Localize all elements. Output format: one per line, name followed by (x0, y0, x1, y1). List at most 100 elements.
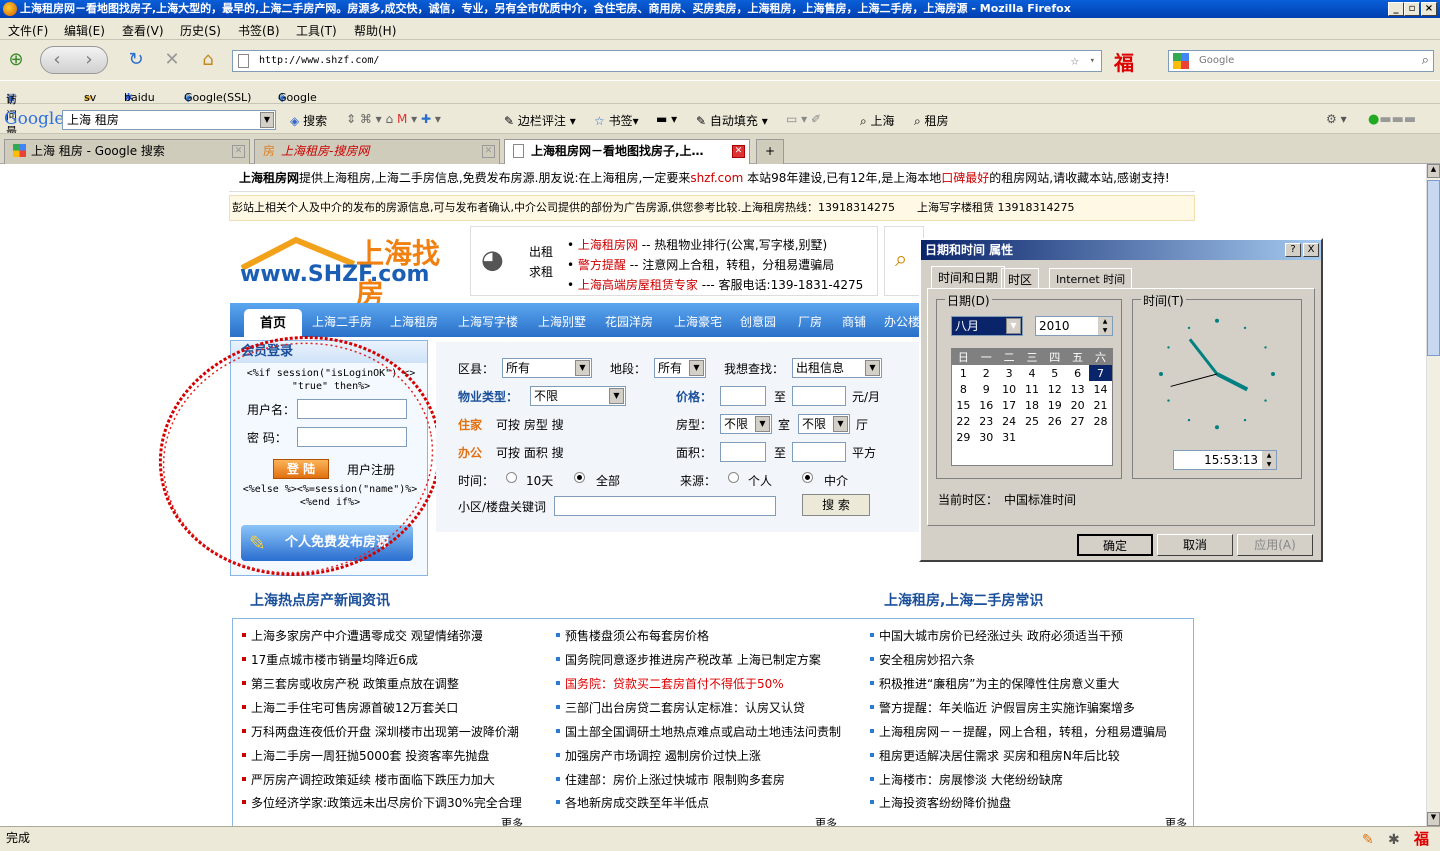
news-item[interactable]: 安全租房妙招六条 (869, 651, 975, 668)
new-tab-button[interactable]: + (756, 139, 784, 164)
reload-icon[interactable]: ↻ (124, 48, 148, 72)
gbar-tools-icons[interactable]: ⇕ ⌘ ▾ ⌂ M ▾ ✚ ▾ (346, 112, 441, 126)
google-engine-icon[interactable] (1173, 53, 1189, 69)
time-all-radio[interactable] (574, 472, 585, 483)
nav-factory[interactable]: 厂房 (798, 313, 822, 330)
news-item[interactable]: 第三套房或收房产税 政策重点放在调整 (242, 675, 459, 692)
scroll-down-icon[interactable]: ▼ (1427, 812, 1440, 826)
gbar-sidewiki[interactable]: ✎ 边栏评注 ▾ (504, 112, 576, 129)
gbar-query-rent[interactable]: ⌕ 租房 (914, 112, 949, 129)
nav-creative[interactable]: 创意园 (740, 313, 776, 330)
news-item[interactable]: 中国大城市房价已经涨过头 政府必须适当干预 (870, 627, 1123, 644)
calendar-day[interactable]: 2 (975, 365, 998, 381)
apply-button[interactable]: 应用(A) (1237, 534, 1313, 556)
news-item[interactable]: 各地新房成交跌至年半低点 (555, 794, 709, 811)
vertical-scrollbar[interactable]: ▲ ▼ (1426, 164, 1440, 826)
dropdown-icon[interactable]: ▾ (1090, 51, 1095, 71)
tab-google-search[interactable]: 上海 租房 - Google 搜索 ✕ (4, 139, 250, 164)
new-tab-icon[interactable]: ⊕ (4, 48, 28, 72)
news-item[interactable]: 万科两盘连夜低价开盘 深圳楼市出现第一波降价潮 (242, 723, 519, 740)
menu-edit[interactable]: 编辑(E) (64, 22, 105, 39)
dialog-help-button[interactable]: ? (1285, 243, 1301, 257)
calendar-day[interactable]: 1 (952, 365, 975, 381)
wrench-icon[interactable]: ⚙ ▾ (1326, 112, 1347, 126)
month-select[interactable]: 八月 ▼ (951, 316, 1023, 336)
news-item[interactable]: 上海楼市：房展惨淡 大佬纷纷缺席 (870, 771, 1063, 788)
back-button[interactable]: ‹ (45, 48, 69, 72)
news-item[interactable]: 加强房产市场调控 遏制房价过快上涨 (556, 747, 761, 764)
more-link-2[interactable]: 更多 (815, 815, 837, 826)
nav-villa[interactable]: 上海别墅 (538, 313, 586, 330)
news-item[interactable]: 预售楼盘须公布每套房价格 (555, 627, 709, 644)
menu-help[interactable]: 帮助(H) (354, 22, 396, 39)
news-item[interactable]: 上海租房网－－提醒，网上合租，转租，分租易遭骗局 (869, 723, 1167, 740)
keyword-input[interactable] (554, 496, 776, 516)
news-item[interactable]: 国土部全国调研土地热点难点或启动土地违法问责制 (555, 723, 841, 740)
nav-luxury[interactable]: 上海豪宅 (674, 313, 722, 330)
area-min-input[interactable] (720, 442, 766, 462)
gbar-share-icons[interactable]: ▭ ▾ ✐ (786, 112, 821, 126)
room-select[interactable]: 不限 ▼ (720, 414, 772, 434)
calendar-day-selected[interactable]: 7 (1089, 365, 1112, 381)
google-toolbar-query[interactable]: 上海 租房 ▼ (62, 110, 276, 130)
calendar-day[interactable]: 3 (998, 365, 1021, 381)
want-select[interactable]: 出租信息 ▼ (792, 358, 882, 378)
site-link[interactable]: shzf.com (690, 171, 743, 185)
area-max-input[interactable] (792, 442, 846, 462)
time-spinner[interactable]: 15:53:13 ▲ ▼ (1173, 450, 1277, 470)
calendar-day[interactable]: 6 (1066, 365, 1089, 381)
cancel-button[interactable]: 取消 (1157, 534, 1233, 556)
year-spinner[interactable]: 2010 ▲ ▼ (1035, 316, 1113, 336)
news-item[interactable]: 警方提醒：年关临近 沪假冒房主实施诈骗案增多 (870, 699, 1135, 716)
home-icon[interactable]: ⌂ (196, 48, 220, 72)
dialog-close-button[interactable]: X (1303, 243, 1319, 257)
time-10days-radio[interactable] (506, 472, 517, 483)
news-item[interactable]: 上海多家房产中介遭遇零成交 观望情绪弥漫 (242, 627, 483, 644)
fu-addon-icon[interactable]: 福 (1114, 47, 1134, 76)
tab-internet-time[interactable]: Internet 时间 (1049, 268, 1133, 288)
menu-file[interactable]: 文件(F) (8, 22, 48, 39)
search-icon[interactable]: ⌕ (1422, 51, 1429, 71)
close-tab-icon[interactable]: ✕ (482, 145, 495, 158)
tab-date-time[interactable]: 时间和日期 (931, 266, 1006, 288)
news-item[interactable]: 多位经济学家:政策远未出尽房价下调30%完全合理 (242, 794, 522, 811)
news-item[interactable]: 三部门出台房贷二套房认定标准：认房又认贷 (555, 699, 805, 716)
gbar-query-shanghai[interactable]: ⌕ 上海 (860, 112, 895, 129)
section-select[interactable]: 所有 ▼ (654, 358, 706, 378)
stop-icon[interactable]: ✕ (160, 48, 184, 72)
scroll-up-icon[interactable]: ▲ (1427, 164, 1440, 178)
nav-garden[interactable]: 花园洋房 (605, 313, 653, 330)
tab-soufun[interactable]: 房 上海租房-搜房网 ✕ (254, 139, 500, 164)
nav-office-building[interactable]: 办公楼 (884, 313, 920, 330)
gbar-autofill[interactable]: ✎ 自动填充 ▾ (696, 112, 768, 129)
address-bar[interactable]: http://www.shzf.com/ ☆ ▾ (232, 50, 1102, 72)
news-item[interactable]: 国务院：贷款买二套房首付不得低于50% (556, 675, 784, 692)
source-person-radio[interactable] (728, 472, 739, 483)
close-tab-icon[interactable]: ✕ (732, 145, 745, 158)
price-min-input[interactable] (720, 386, 766, 406)
nav-office[interactable]: 上海写字楼 (458, 313, 518, 330)
gbar-bookmarks[interactable]: ☆ 书签▾ (594, 112, 639, 129)
news-item[interactable]: 住建部：房价上涨过快城市 限制购多套房 (556, 771, 785, 788)
fu-status-icon[interactable]: 福 (1414, 828, 1429, 850)
news-item[interactable]: 租房更适解决居住需求 买房和租房N年后比较 (870, 747, 1120, 764)
news-item[interactable]: 积极推进“廉租房”为主的保障性住房意义重大 (869, 675, 1119, 692)
news-item[interactable]: 17重点城市楼市销量均降近6成 (242, 651, 418, 668)
hall-select[interactable]: 不限 ▼ (798, 414, 850, 434)
calendar-day[interactable]: 4 (1021, 365, 1044, 381)
sign-in-status-icon[interactable]: ●▬▬▬ (1368, 112, 1416, 127)
bookmark-star-icon[interactable]: ☆ (1071, 51, 1079, 71)
news-item[interactable]: 国务院同意逐步推进房产税改革 上海已制定方案 (556, 651, 821, 668)
scroll-thumb[interactable] (1427, 180, 1440, 356)
search-box[interactable]: Google ⌕ (1168, 50, 1434, 72)
menu-history[interactable]: 历史(S) (180, 22, 221, 39)
close-window-button[interactable]: × (1421, 2, 1437, 16)
search-submit-button[interactable]: 搜 索 (802, 494, 870, 516)
news-item[interactable]: 严厉房产调控政策延续 楼市面临下跌压力加大 (242, 771, 495, 788)
forward-button[interactable]: › (77, 48, 101, 72)
close-tab-icon[interactable]: ✕ (232, 145, 245, 158)
ptype-select[interactable]: 不限 ▼ (530, 386, 626, 406)
news-item[interactable]: 上海二手住宅可售房源首破12万套关口 (241, 699, 458, 716)
more-link-3[interactable]: 更多 (1165, 815, 1187, 826)
addon-icon[interactable]: ✎ (1362, 829, 1374, 851)
